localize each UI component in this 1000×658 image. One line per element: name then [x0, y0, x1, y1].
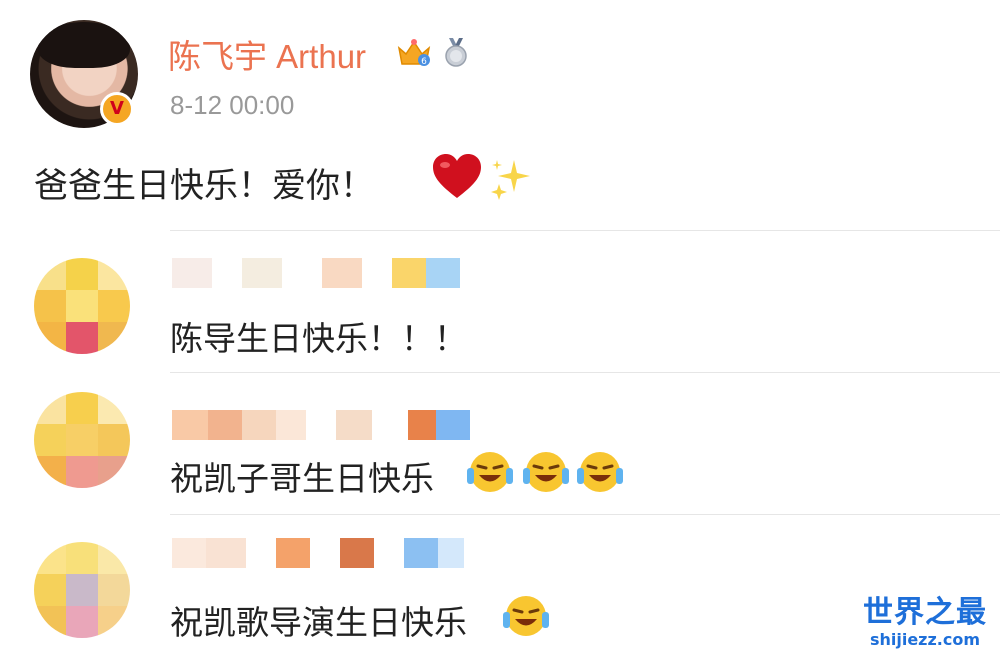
- svg-text:6: 6: [421, 57, 427, 67]
- site-watermark: 世界之最 shijiezz.com: [860, 596, 990, 650]
- comment-text: 陈导生日快乐！！！: [170, 319, 467, 358]
- watermark-title: 世界之最: [863, 595, 987, 630]
- avatar-hair: [38, 22, 130, 68]
- laugh-cry-emoji-icon: [503, 596, 549, 636]
- watermark-url: shijiezz.com: [869, 630, 981, 649]
- comment-username-blurred[interactable]: [172, 258, 460, 288]
- comment-avatar[interactable]: [34, 542, 130, 638]
- comment-text: 祝凯歌导演生日快乐: [170, 603, 467, 642]
- verified-v-icon: V: [100, 92, 134, 126]
- comment-item: 祝凯歌导演生日快乐: [0, 528, 1000, 658]
- comment-text: 祝凯子哥生日快乐: [170, 459, 434, 498]
- laugh-cry-emoji-icon: [467, 452, 513, 492]
- laugh-cry-emoji-icon: [523, 452, 569, 492]
- sparkles-icon: [491, 160, 530, 200]
- post-timestamp: 8-12 00:00: [170, 90, 295, 120]
- comment-item: 祝凯子哥生日快乐: [0, 388, 1000, 508]
- weibo-post: V 陈飞宇 Arthur 6 8-12 00:00 爸爸生日快乐！爱你！: [0, 0, 1000, 230]
- comment-username-blurred[interactable]: [172, 538, 464, 568]
- heart-icon: [433, 154, 481, 198]
- comment-divider: [170, 514, 1000, 515]
- post-text: 爸爸生日快乐！爱你！: [34, 166, 374, 206]
- comment-username-blurred[interactable]: [172, 410, 470, 440]
- comment-avatar[interactable]: [34, 392, 130, 488]
- author-name[interactable]: 陈飞宇 Arthur: [168, 30, 366, 78]
- post-divider: [170, 230, 1000, 231]
- comment-divider: [170, 372, 1000, 373]
- comment-item: 陈导生日快乐！！！: [0, 250, 1000, 370]
- laugh-cry-emoji-icon: [577, 452, 623, 492]
- medal-icon: [445, 38, 467, 67]
- crown-level-icon: 6: [397, 39, 431, 67]
- comment-avatar[interactable]: [34, 258, 130, 354]
